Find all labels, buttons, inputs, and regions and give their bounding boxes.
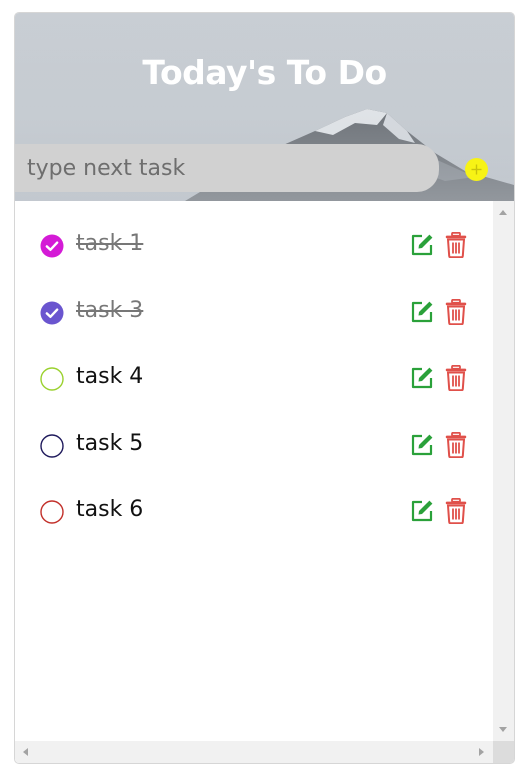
edit-icon[interactable] <box>410 366 434 390</box>
unchecked-circle-icon[interactable] <box>40 434 64 458</box>
trash-icon[interactable] <box>445 498 467 524</box>
trash-icon[interactable] <box>445 365 467 391</box>
plus-icon <box>471 164 482 175</box>
task-label: task 3 <box>76 298 144 323</box>
task-row: task 6 <box>15 488 493 538</box>
task-label: task 1 <box>76 231 144 256</box>
trash-icon[interactable] <box>445 432 467 458</box>
edit-icon[interactable] <box>410 433 434 457</box>
edit-icon[interactable] <box>410 233 434 257</box>
scroll-down-arrow-icon[interactable] <box>499 727 507 732</box>
header-banner: Today's To Do <box>15 13 514 201</box>
scrollbar-corner <box>493 741 514 763</box>
new-task-input[interactable] <box>15 144 439 192</box>
task-row: task 3 <box>15 289 493 339</box>
trash-icon[interactable] <box>445 299 467 325</box>
unchecked-circle-icon[interactable] <box>40 500 64 524</box>
task-label: task 6 <box>76 497 144 522</box>
trash-icon[interactable] <box>445 232 467 258</box>
todo-app: Today's To Do task 1 <box>14 12 515 764</box>
task-row: task 4 <box>15 355 493 405</box>
edit-icon[interactable] <box>410 300 434 324</box>
task-list: task 1 task 3 task 4 task 5 task 6 <box>15 201 493 741</box>
unchecked-circle-icon[interactable] <box>40 367 64 391</box>
checked-circle-icon[interactable] <box>40 234 64 258</box>
horizontal-scrollbar[interactable] <box>15 741 493 763</box>
task-row: task 1 <box>15 222 493 272</box>
scroll-left-arrow-icon[interactable] <box>23 748 28 756</box>
task-label: task 4 <box>76 364 144 389</box>
scroll-right-arrow-icon[interactable] <box>479 748 484 756</box>
page-title: Today's To Do <box>142 53 387 92</box>
vertical-scrollbar[interactable] <box>493 201 514 741</box>
edit-icon[interactable] <box>410 499 434 523</box>
task-label: task 5 <box>76 431 144 456</box>
add-task-button[interactable] <box>465 158 488 181</box>
task-row: task 5 <box>15 422 493 472</box>
scroll-up-arrow-icon[interactable] <box>499 210 507 215</box>
checked-circle-icon[interactable] <box>40 301 64 325</box>
